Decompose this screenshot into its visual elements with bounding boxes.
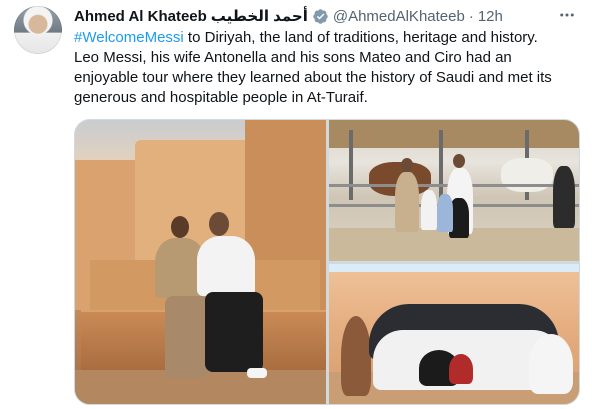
tweet-timestamp[interactable]: 12h bbox=[478, 8, 503, 25]
author-name[interactable]: Ahmed Al Khateeb bbox=[74, 8, 207, 25]
separator-dot: · bbox=[468, 7, 474, 25]
tweet-text-line-1: #WelcomeMessi to Diriyah, the land of tr… bbox=[74, 28, 584, 48]
verified-badge-icon bbox=[313, 8, 328, 24]
photo-family-with-horses[interactable] bbox=[329, 120, 579, 261]
tweet-text-line-1-rest: to Diriyah, the land of traditions, heri… bbox=[183, 29, 538, 46]
author-handle[interactable]: @AhmedAlKhateeb bbox=[333, 8, 465, 25]
tweet-text-line-4: generous and hospitable people in At-Tur… bbox=[74, 89, 368, 106]
ellipsis-icon[interactable] bbox=[556, 6, 578, 24]
more-options-icon bbox=[560, 13, 574, 17]
author-name-arabic[interactable]: أحمد الخطيب bbox=[211, 7, 308, 25]
tweet-header: Ahmed Al Khateeb أحمد الخطيب @AhmedAlKha… bbox=[74, 6, 552, 26]
tweet-text-line-2: Leo Messi, his wife Antonella and his so… bbox=[74, 49, 512, 66]
tweet[interactable]: Ahmed Al Khateeb أحمد الخطيب @AhmedAlKha… bbox=[0, 0, 592, 409]
photo-group-with-locals[interactable] bbox=[329, 264, 579, 404]
tweet-text-line-3: enjoyable tour where they learned about … bbox=[74, 69, 552, 86]
tweet-text: #WelcomeMessi to Diriyah, the land of tr… bbox=[74, 28, 584, 108]
avatar[interactable] bbox=[14, 6, 62, 54]
hashtag-link[interactable]: #WelcomeMessi bbox=[74, 29, 184, 46]
media-grid bbox=[74, 119, 580, 405]
photo-couple-at-turaif[interactable] bbox=[75, 120, 326, 404]
